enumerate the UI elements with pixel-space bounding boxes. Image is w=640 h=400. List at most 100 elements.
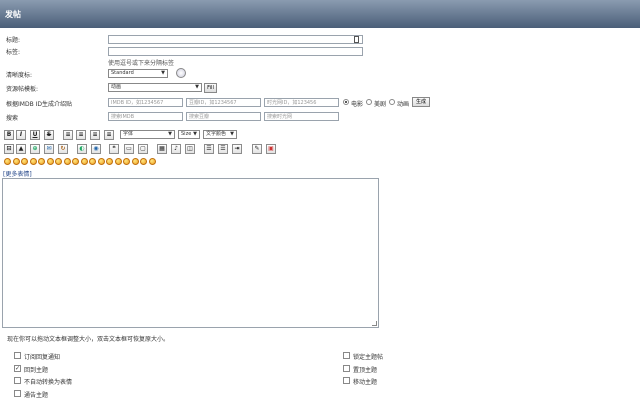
shiguang-input[interactable]: 时光网ID，如123456 xyxy=(264,98,339,107)
option-checkbox[interactable] xyxy=(14,352,21,359)
tools-icon[interactable]: ✎ xyxy=(252,144,262,154)
title-label: 标题: xyxy=(6,37,21,44)
smiley-icon[interactable] xyxy=(63,158,71,165)
more-smilies-link[interactable]: [更多表情] xyxy=(3,169,32,178)
option-checkbox[interactable] xyxy=(14,390,21,397)
align-left-icon[interactable]: ≡ xyxy=(63,130,73,140)
smiley-icon[interactable] xyxy=(4,158,11,165)
smiley-icon[interactable] xyxy=(21,158,28,165)
quality-label: 清晰度标: xyxy=(6,72,33,79)
email-icon[interactable]: ✉ xyxy=(44,144,54,154)
option-label: 回到主题 xyxy=(24,367,49,374)
title-input[interactable] xyxy=(108,35,363,44)
hide-icon[interactable]: ◫ xyxy=(185,144,195,154)
option-label: 移动主题 xyxy=(353,379,378,386)
search-douban-input[interactable]: 搜索豆瓣 xyxy=(186,112,261,121)
type-radio-movie[interactable] xyxy=(343,99,349,105)
smiley-icon[interactable] xyxy=(46,158,54,165)
image-icon[interactable]: ▲ xyxy=(16,144,26,154)
music-icon[interactable]: ♪ xyxy=(171,144,181,154)
option-label: 通告主题 xyxy=(24,392,49,399)
flash-icon[interactable]: ◐ xyxy=(77,144,87,154)
chevron-down-icon: ▼ xyxy=(161,70,165,76)
imdb-label: 根据IMDB ID生成介绍贴 xyxy=(6,101,72,108)
free-icon[interactable]: ▢ xyxy=(138,144,148,154)
page-title: 发帖 xyxy=(5,10,21,19)
smiley-icon[interactable] xyxy=(38,158,45,165)
template-select[interactable]: 动画 ▼ xyxy=(108,83,202,92)
smiley-icon[interactable] xyxy=(80,158,88,165)
tags-label: 标签: xyxy=(6,49,21,56)
option-checkbox[interactable] xyxy=(14,377,21,384)
option-label: 锁定主题帖 xyxy=(353,354,384,361)
smiley-icon[interactable] xyxy=(55,158,62,165)
message-textarea[interactable] xyxy=(2,178,379,328)
chevron-down-icon: ▼ xyxy=(193,131,197,137)
option-label: 不自动转换为表情 xyxy=(24,379,73,386)
refresh-icon[interactable]: ↻ xyxy=(58,144,68,154)
font-select[interactable]: 字体 ▼ xyxy=(120,130,175,139)
option-checkbox[interactable] xyxy=(343,365,350,372)
link-icon[interactable]: ⊕ xyxy=(30,144,40,154)
fill-button[interactable]: Fill xyxy=(204,83,217,93)
type-radio-anime[interactable] xyxy=(389,99,395,105)
tags-input[interactable] xyxy=(108,47,363,56)
align-justify-icon[interactable]: ≡ xyxy=(104,130,114,140)
quality-select[interactable]: Standard ▼ xyxy=(108,69,168,78)
type-label-us: 美剧 xyxy=(374,101,387,108)
search-imdb-input[interactable]: 搜索IMDB xyxy=(108,112,183,121)
size-select[interactable]: Size ▼ xyxy=(178,130,200,139)
preview-icon[interactable]: ▣ xyxy=(266,144,276,154)
code-icon[interactable]: ▭ xyxy=(124,144,134,154)
smiley-icon[interactable] xyxy=(140,158,147,165)
tags-hint: 使用逗号或下来分隔标签 xyxy=(108,60,175,67)
align-center-icon[interactable]: ≡ xyxy=(76,130,86,140)
color-select[interactable]: 文字颜色 ▼ xyxy=(203,130,237,139)
smiley-row xyxy=(4,158,164,166)
option-checkbox[interactable]: ✓ xyxy=(14,365,21,372)
smiley-icon[interactable] xyxy=(114,158,122,165)
search-shiguang-input[interactable]: 搜索时光网 xyxy=(264,112,339,121)
underline-button[interactable]: U xyxy=(30,130,40,140)
smiley-icon[interactable] xyxy=(148,158,156,165)
option-checkbox[interactable] xyxy=(343,377,350,384)
option-label: 置顶主题 xyxy=(353,367,378,374)
smiley-icon[interactable] xyxy=(29,158,37,165)
smiley-icon[interactable] xyxy=(12,158,20,165)
list-icon[interactable]: ☰ xyxy=(218,144,228,154)
bold-button[interactable]: B xyxy=(4,130,14,140)
type-label-anime: 动画 xyxy=(397,101,410,108)
template-label: 资源帖模板: xyxy=(6,86,39,93)
media-icon[interactable]: ◉ xyxy=(91,144,101,154)
search-label: 搜索 xyxy=(6,115,19,122)
generate-button[interactable]: 生成 xyxy=(412,97,430,107)
type-radio-us[interactable] xyxy=(366,99,372,105)
smiley-icon[interactable] xyxy=(97,158,105,165)
ordered-list-icon[interactable]: ☰ xyxy=(204,144,214,154)
smiley-icon[interactable] xyxy=(89,158,96,165)
quote-icon[interactable]: ❝ xyxy=(109,144,119,154)
type-label-movie: 电影 xyxy=(351,101,364,108)
align-right-icon[interactable]: ≡ xyxy=(90,130,100,140)
gear-icon[interactable] xyxy=(176,68,186,78)
italic-button[interactable]: I xyxy=(16,130,26,140)
smiley-icon[interactable] xyxy=(123,158,130,165)
indent-icon[interactable]: ⇥ xyxy=(232,144,242,154)
option-label: 订阅回复通知 xyxy=(24,354,61,361)
chevron-down-icon: ▼ xyxy=(230,131,234,137)
chevron-down-icon: ▼ xyxy=(168,131,172,137)
input-icon xyxy=(354,36,359,43)
hr-icon[interactable]: ⊟ xyxy=(4,144,14,154)
option-checkbox[interactable] xyxy=(343,352,350,359)
table-icon[interactable]: ▦ xyxy=(157,144,167,154)
strike-button[interactable]: S xyxy=(44,130,54,140)
resize-handle[interactable] xyxy=(372,321,377,326)
douban-input[interactable]: 豆瓣ID，如1234567 xyxy=(186,98,261,107)
smiley-icon[interactable] xyxy=(72,158,79,165)
imdb-input[interactable]: IMDB ID，如1234567 xyxy=(108,98,183,107)
resize-hint: 现在你可以拖动文本框调整大小，双击文本框可恢复原大小。 xyxy=(7,336,170,343)
chevron-down-icon: ▼ xyxy=(195,84,199,90)
page-header: 发帖 xyxy=(0,0,640,28)
smiley-icon[interactable] xyxy=(106,158,113,165)
smiley-icon[interactable] xyxy=(131,158,139,165)
